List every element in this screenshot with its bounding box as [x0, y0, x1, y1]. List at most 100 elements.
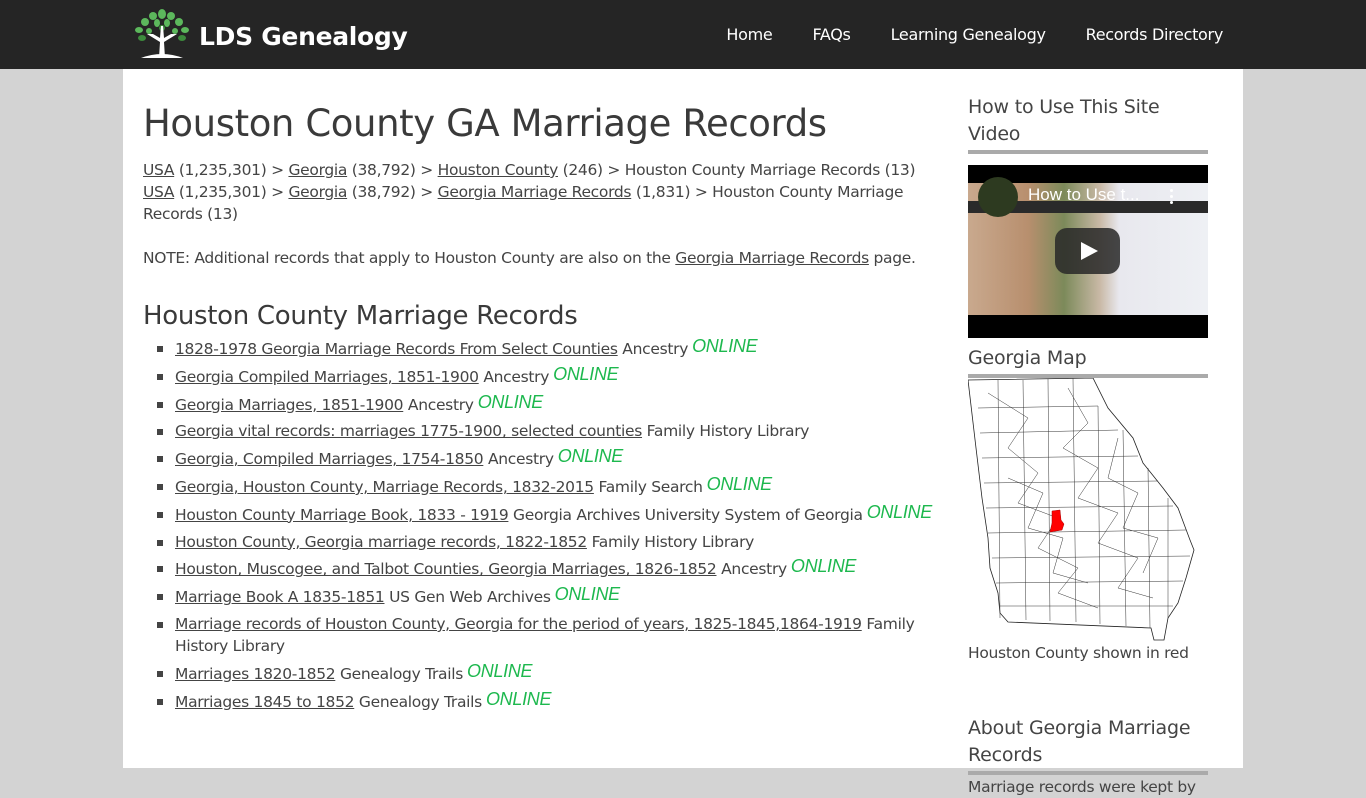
record-item: Georgia Marriages, 1851-1900 Ancestry ONL…	[157, 391, 947, 416]
breadcrumb-link-usa[interactable]: USA	[143, 183, 174, 201]
record-link[interactable]: Georgia, Compiled Marriages, 1754-1850	[175, 450, 484, 468]
video-player[interactable]: How to Use t...	[968, 165, 1208, 338]
bullet-icon	[157, 566, 163, 573]
record-source: US Gen Web Archives	[389, 588, 551, 607]
georgia-map-image	[967, 377, 1195, 641]
online-badge: ONLINE	[866, 501, 933, 522]
note-text: page.	[868, 249, 916, 267]
record-source: Ancestry	[487, 450, 554, 469]
main-column: Houston County GA Marriage Records USA (…	[143, 69, 943, 717]
bullet-icon	[157, 511, 163, 518]
record-link[interactable]: Georgia Marriages, 1851-1900	[175, 396, 404, 414]
bullet-icon	[157, 594, 163, 601]
bullet-icon	[157, 373, 163, 380]
record-link[interactable]: Georgia, Houston County, Marriage Record…	[175, 478, 594, 496]
about-heading: About Georgia Marriage Records	[968, 715, 1208, 775]
record-source: Ancestry	[721, 560, 787, 579]
breadcrumbs: USA (1,235,301) > Georgia (38,792) > Hou…	[143, 159, 943, 225]
record-link[interactable]: 1828-1978 Georgia Marriage Records From …	[175, 340, 618, 358]
record-link[interactable]: Marriage Book A 1835-1851	[175, 588, 385, 606]
about-text: Marriage records were kept by	[968, 778, 1196, 796]
bullet-icon	[157, 346, 163, 352]
record-link[interactable]: Marriages 1845 to 1852	[175, 693, 355, 711]
breadcrumb-current: Houston County Marriage Records (13)	[624, 161, 916, 179]
record-link[interactable]: Georgia vital records: marriages 1775-19…	[175, 422, 642, 440]
record-item: Georgia, Houston County, Marriage Record…	[157, 473, 947, 498]
breadcrumb-count: (38,792) >	[347, 161, 438, 179]
bullet-icon	[157, 621, 163, 628]
breadcrumb-link-georgia[interactable]: Georgia	[288, 183, 347, 201]
breadcrumb-count: (1,235,301) >	[174, 183, 289, 201]
bullet-icon	[157, 483, 163, 490]
site-logo[interactable]: LDS Genealogy	[133, 8, 408, 60]
more-options-icon[interactable]	[1170, 189, 1174, 207]
record-item: 1828-1978 Georgia Marriage Records From …	[157, 336, 947, 360]
record-item: Marriages 1845 to 1852 Genealogy Trails O…	[157, 688, 947, 713]
channel-logo-icon	[978, 177, 1018, 217]
breadcrumb-link-georgia-marriage-records[interactable]: Georgia Marriage Records	[438, 183, 632, 201]
page-content: Houston County GA Marriage Records USA (…	[123, 69, 1243, 796]
online-badge: ONLINE	[692, 336, 758, 356]
nav-learning-genealogy[interactable]: Learning Genealogy	[891, 25, 1046, 44]
records-list: 1828-1978 Georgia Marriage Records From …	[143, 336, 943, 713]
record-link[interactable]: Houston, Muscogee, and Talbot Counties, …	[175, 560, 717, 578]
record-link[interactable]: Marriage records of Houston County, Geor…	[175, 615, 862, 633]
record-item: Houston County Marriage Book, 1833 - 191…	[157, 501, 947, 526]
online-badge: ONLINE	[467, 660, 533, 681]
play-button-icon[interactable]	[1055, 228, 1120, 274]
site-logo-text: LDS Genealogy	[199, 21, 408, 51]
online-badge: ONLINE	[790, 556, 857, 577]
nav-records-directory[interactable]: Records Directory	[1086, 25, 1224, 44]
record-link[interactable]: Houston County Marriage Book, 1833 - 191…	[175, 506, 509, 524]
breadcrumb: USA (1,235,301) > Georgia (38,792) > Hou…	[143, 159, 943, 181]
record-source: Ancestry	[622, 340, 689, 358]
bullet-icon	[157, 429, 163, 436]
note-link-georgia-marriage-records[interactable]: Georgia Marriage Records	[675, 249, 869, 267]
nav-faqs[interactable]: FAQs	[812, 25, 850, 44]
breadcrumb-link-georgia[interactable]: Georgia	[288, 161, 347, 179]
video-heading: How to Use This Site Video	[968, 94, 1208, 154]
online-badge: ONLINE	[485, 688, 552, 709]
bullet-icon	[157, 698, 163, 705]
record-link[interactable]: Georgia Compiled Marriages, 1851-1900	[175, 368, 479, 386]
section-title: Houston County Marriage Records	[143, 301, 578, 331]
breadcrumb-count: (38,792) >	[347, 183, 438, 201]
record-source: Ancestry	[483, 367, 550, 386]
bullet-icon	[157, 670, 163, 677]
record-source: Family Search	[598, 477, 703, 496]
record-source: Family History Library	[646, 422, 810, 441]
note: NOTE: Additional records that apply to H…	[143, 247, 943, 269]
record-source: Ancestry	[407, 395, 474, 414]
bullet-icon	[157, 456, 163, 463]
record-link[interactable]: Marriages 1820-1852	[175, 665, 336, 683]
breadcrumb-count: (246) >	[557, 161, 625, 179]
page-title: Houston County GA Marriage Records	[143, 102, 827, 145]
record-item: Georgia vital records: marriages 1775-19…	[157, 420, 947, 442]
nav-home[interactable]: Home	[726, 25, 772, 44]
georgia-map	[967, 377, 1208, 642]
breadcrumb-link-usa[interactable]: USA	[143, 161, 174, 179]
note-text: NOTE: Additional records that apply to H…	[143, 249, 676, 267]
breadcrumb-count: (1,235,301) >	[174, 161, 289, 179]
online-badge: ONLINE	[557, 446, 624, 467]
record-item: Marriages 1820-1852 Genealogy Trails ONLI…	[157, 660, 947, 685]
map-heading: Georgia Map	[968, 345, 1208, 378]
record-item: Houston, Muscogee, and Talbot Counties, …	[157, 556, 947, 580]
online-badge: ONLINE	[706, 473, 773, 494]
georgia-outline	[967, 377, 1195, 641]
bullet-icon	[157, 539, 163, 546]
breadcrumb-count: (1,831) >	[631, 183, 713, 201]
sidebar: How to Use This Site Video How to Use t.…	[967, 69, 1208, 798]
video-overlay-title: How to Use t...	[1028, 185, 1140, 204]
breadcrumb: USA (1,235,301) > Georgia (38,792) > Geo…	[143, 181, 943, 225]
record-item: Georgia, Compiled Marriages, 1754-1850 A…	[157, 446, 947, 470]
record-link[interactable]: Houston County, Georgia marriage records…	[175, 533, 587, 551]
record-source: Family History Library	[591, 532, 755, 551]
record-item: Marriage records of Houston County, Geor…	[157, 613, 947, 657]
breadcrumb-link-houston-county[interactable]: Houston County	[438, 161, 559, 179]
record-source: Genealogy Trails	[358, 692, 482, 711]
online-badge: ONLINE	[477, 391, 544, 412]
online-badge: ONLINE	[553, 363, 619, 384]
record-item: Marriage Book A 1835-1851 US Gen Web Arc…	[157, 584, 947, 608]
record-item: Georgia Compiled Marriages, 1851-1900 An…	[157, 363, 947, 388]
